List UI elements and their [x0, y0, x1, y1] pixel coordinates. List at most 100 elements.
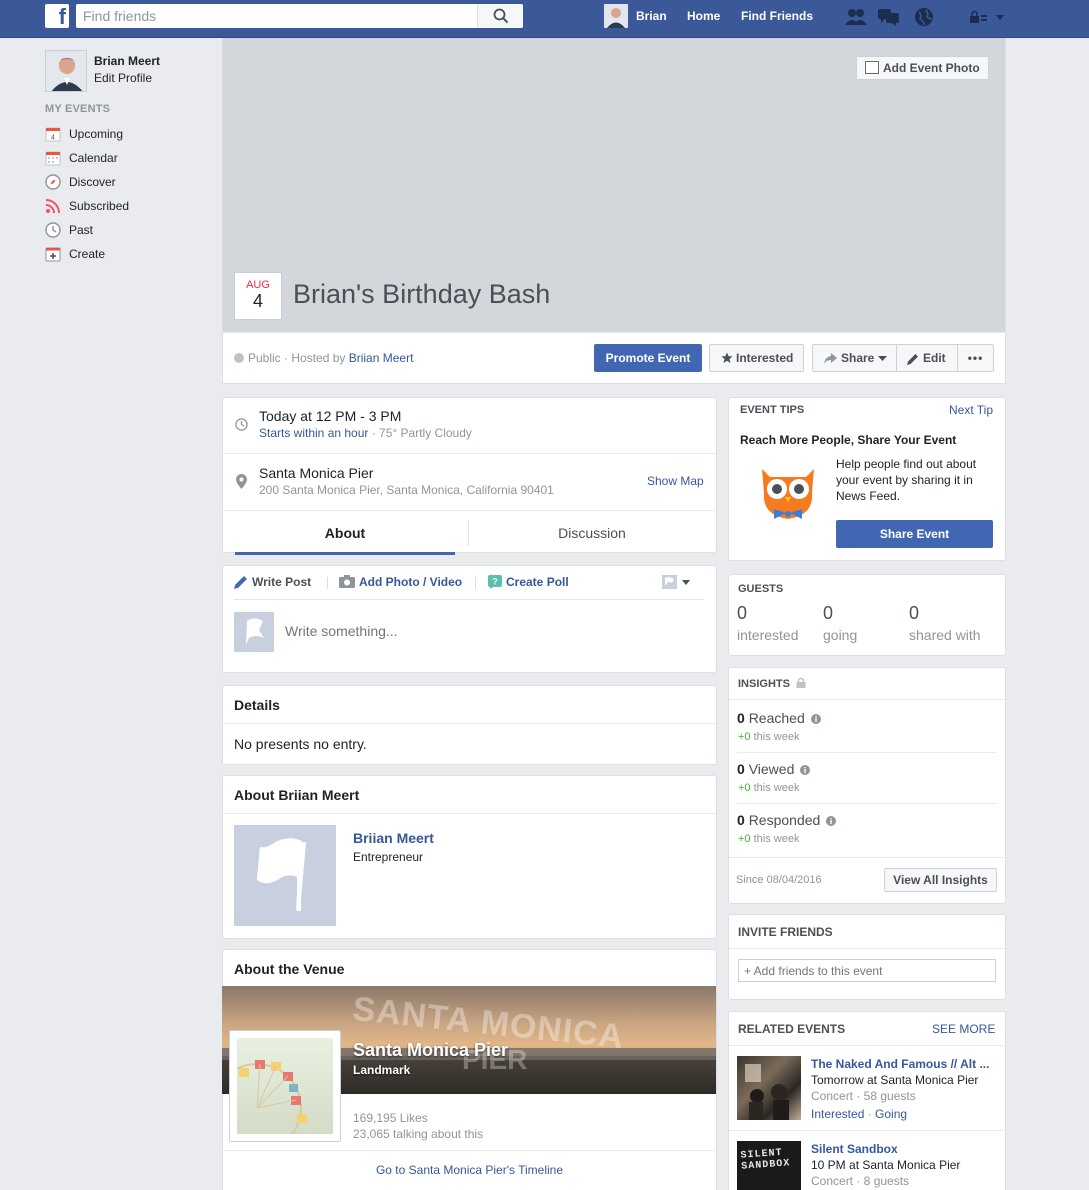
add-friends-input[interactable] [738, 959, 996, 982]
info-icon[interactable] [810, 714, 821, 724]
venue-heading: About the Venue [234, 961, 345, 977]
thumb-text-2: SANDBOX [741, 1158, 791, 1173]
create-poll-label: Create Poll [506, 575, 569, 589]
insight-viewed-delta: +0 this week [738, 782, 799, 794]
nav-create[interactable]: Create [45, 244, 215, 264]
divider [729, 857, 1005, 858]
interested-button[interactable]: Interested [709, 344, 804, 372]
guests-interested[interactable]: 0 interested [737, 603, 798, 643]
tab-about[interactable]: About [235, 512, 455, 555]
guests-shared-label: shared with [909, 627, 981, 643]
nav-subscribed[interactable]: Subscribed [45, 196, 215, 216]
see-more-link[interactable]: SEE MORE [932, 1022, 995, 1036]
venue-name[interactable]: Santa Monica Pier [353, 1040, 508, 1061]
guests-going-label: going [823, 627, 858, 643]
related-interested-link[interactable]: Interested [811, 1107, 864, 1121]
insight-viewed: 0 Viewed [737, 761, 811, 777]
nav-home-link[interactable]: Home [687, 9, 720, 23]
share-button[interactable]: Share [812, 344, 897, 372]
venue-type: Landmark [353, 1063, 411, 1077]
event-address: 200 Santa Monica Pier, Santa Monica, Cal… [259, 483, 554, 497]
add-event-photo-button[interactable]: Add Event Photo [856, 56, 989, 80]
profile-name[interactable]: Brian Meert [94, 54, 160, 68]
event-date-badge: AUG 4 [234, 272, 282, 320]
calendar-day-icon: 4 [45, 126, 61, 142]
nav-past[interactable]: Past [45, 220, 215, 240]
related-event-title[interactable]: The Naked And Famous // Alt ... [811, 1057, 989, 1071]
venue-profile-picture[interactable] [212, 1030, 341, 1153]
search-input[interactable] [83, 5, 483, 27]
venue-timeline-link[interactable]: Go to Santa Monica Pier's Timeline [222, 1163, 717, 1177]
edit-profile-link[interactable]: Edit Profile [94, 71, 152, 85]
info-icon[interactable] [826, 816, 837, 826]
flag-icon [246, 618, 264, 645]
chevron-down-icon [878, 356, 887, 361]
nav-calendar[interactable]: Calendar [45, 148, 215, 168]
post-as-page-selector-icon[interactable] [662, 575, 692, 589]
more-options-button[interactable]: ••• [957, 344, 994, 372]
insight-responded-delta: +0 this week [738, 833, 799, 845]
divider [729, 699, 1005, 700]
related-event-thumbnail[interactable] [737, 1056, 801, 1120]
guests-going[interactable]: 0 going [823, 603, 857, 643]
next-tip-link[interactable]: Next Tip [949, 403, 993, 417]
insight-reached-label: Reached [748, 710, 805, 726]
divider [223, 813, 716, 814]
nav-find-friends-link[interactable]: Find Friends [741, 9, 813, 23]
guests-shared-count: 0 [909, 603, 920, 623]
pencil-icon [234, 576, 247, 589]
user-avatar[interactable] [604, 4, 628, 28]
event-title: Brian's Birthday Bash [293, 279, 551, 309]
share-event-button[interactable]: Share Event [836, 520, 993, 548]
clock-icon [235, 418, 248, 431]
insight-viewed-label: Viewed [748, 761, 795, 777]
settings-dropdown-icon[interactable] [967, 7, 1005, 27]
delta-value: +0 [738, 731, 751, 743]
guests-shared[interactable]: 0 shared with [909, 603, 981, 643]
add-event-photo-label: Add Event Photo [883, 61, 980, 75]
write-post-label: Write Post [252, 575, 312, 589]
show-map-link[interactable]: Show Map [647, 474, 704, 488]
related-event-thumbnail[interactable]: SILENT SANDBOX [737, 1141, 801, 1190]
event-day: 4 [252, 291, 263, 311]
tab-discussion[interactable]: Discussion [482, 512, 702, 554]
host-page-picture[interactable] [234, 825, 336, 926]
write-something-input[interactable] [285, 621, 695, 641]
nav-past-label: Past [69, 223, 94, 237]
friend-requests-icon[interactable] [845, 7, 867, 27]
details-heading: Details [234, 697, 280, 713]
related-event-title[interactable]: Silent Sandbox [811, 1142, 898, 1156]
add-photo-video-tab[interactable]: Add Photo / Video [339, 575, 462, 589]
delta-period: this week [750, 731, 800, 743]
event-place[interactable]: Santa Monica Pier [259, 465, 373, 481]
notifications-globe-icon[interactable] [913, 7, 935, 27]
host-link[interactable]: Briian Meert [349, 351, 414, 365]
compass-icon [45, 174, 61, 190]
info-icon[interactable] [800, 765, 811, 775]
search-button[interactable] [477, 4, 523, 28]
svg-text:4: 4 [51, 135, 55, 142]
related-event-when: 10 PM at Santa Monica Pier [811, 1158, 961, 1172]
nav-upcoming[interactable]: 4 Upcoming [45, 124, 215, 144]
edit-button[interactable]: Edit [896, 344, 958, 372]
nav-discover[interactable]: Discover [45, 172, 215, 192]
facebook-logo-icon[interactable]: f [45, 4, 69, 29]
poll-icon: ? [488, 575, 502, 589]
related-event-meta: Concert · 8 guests [811, 1174, 910, 1188]
calendar-icon [45, 150, 61, 166]
starts-within-link[interactable]: Starts within an hour [259, 426, 368, 440]
view-all-insights-button[interactable]: View All Insights [884, 868, 997, 892]
promote-event-button[interactable]: Promote Event [594, 344, 702, 372]
event-time-sub: Starts within an hour · 75° Partly Cloud… [259, 426, 472, 440]
details-text: No presents no entry. [234, 736, 367, 752]
nav-user-name[interactable]: Brian [636, 9, 667, 23]
related-going-link[interactable]: Going [875, 1107, 907, 1121]
write-post-tab[interactable]: Write Post [234, 575, 311, 589]
insight-responded: 0 Responded [737, 812, 837, 828]
profile-picture[interactable] [45, 50, 87, 92]
messages-icon[interactable] [878, 7, 900, 27]
divider [475, 577, 476, 589]
share-label: Share [841, 351, 875, 365]
host-name-link[interactable]: Briian Meert [353, 830, 434, 846]
create-poll-tab[interactable]: ? Create Poll [488, 575, 569, 589]
